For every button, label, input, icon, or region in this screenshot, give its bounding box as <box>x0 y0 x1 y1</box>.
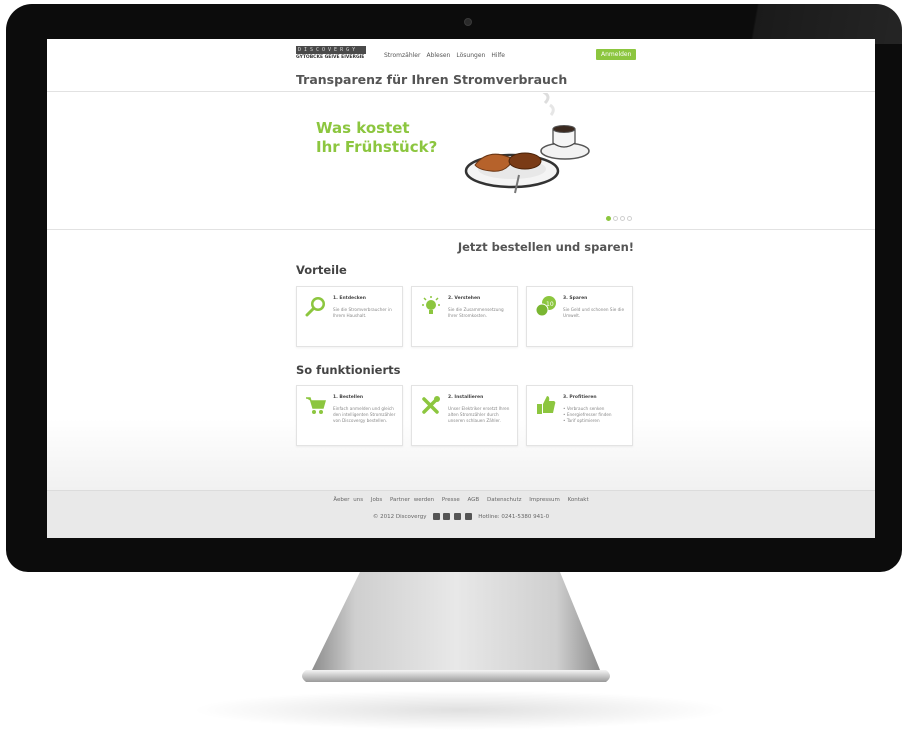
card-title: 1. Entdecken <box>333 296 366 301</box>
footer-link-partner[interactable]: Partner werden <box>390 497 434 503</box>
discovergy-logo[interactable]: DISCOVERGY GYTOBCKE GEIVE EIVERGIE <box>296 46 366 62</box>
logo-wordmark: DISCOVERGY <box>296 46 366 54</box>
breakfast-illustration <box>464 93 590 194</box>
order-cta-link[interactable]: Jetzt bestellen und sparen! <box>452 240 634 254</box>
footer-link-presse[interactable]: Presse <box>442 497 460 503</box>
svg-text:10: 10 <box>546 301 554 308</box>
footer-link-impressum[interactable]: Impressum <box>529 497 560 503</box>
steam-shape <box>542 93 550 105</box>
card-text: Sie Geld und schonen Sie die Umwelt. <box>563 307 625 318</box>
step-card: 3. Profitieren • Verbrauch senken • Ener… <box>526 385 633 446</box>
card-title: 2. Installieren <box>448 395 484 400</box>
nav-links: Stromzähler Ablesen Lösungen Hilfe <box>384 52 505 59</box>
footer-link-datenschutz[interactable]: Datenschutz <box>487 497 522 503</box>
steam-shape <box>549 103 555 116</box>
footer-copyright-row: © 2012 Discovergy Hotline: 0241-5380 941… <box>47 513 875 520</box>
divider <box>47 229 875 230</box>
cart-icon <box>306 397 326 414</box>
section-heading-funktion: So funktionierts <box>296 363 401 377</box>
monitor-mockup: DISCOVERGY GYTOBCKE GEIVE EIVERGIE Strom… <box>0 0 902 737</box>
hero-headline[interactable]: Was kostet Ihr Frühstück? <box>316 119 437 157</box>
top-navigation: DISCOVERGY GYTOBCKE GEIVE EIVERGIE Strom… <box>296 43 637 65</box>
step-card: 2. Installieren Unser Elektriker ersetzt… <box>411 385 518 446</box>
coins-icon: 10 <box>535 296 556 317</box>
monitor-stand <box>302 572 610 682</box>
bullet-item: • Tarif optimieren <box>563 418 600 423</box>
nav-link-hilfe[interactable]: Hilfe <box>491 52 505 59</box>
camera-icon <box>464 18 472 26</box>
footer-link-agb[interactable]: AGB <box>468 497 480 503</box>
slide-dot-2[interactable] <box>613 216 618 221</box>
logo-tagline: GYTOBCKE GEIVE EIVERGIE <box>296 55 365 60</box>
card-text: Sie die Stromverbraucher in Ihrem Hausha… <box>333 307 392 318</box>
tools-icon <box>422 396 440 414</box>
footer-link-jobs[interactable]: Jobs <box>371 497 382 503</box>
coffee-shape <box>552 125 576 133</box>
lightbulb-icon <box>422 296 440 314</box>
benefit-card: 2. Verstehen Sie die Zusammensetzung Ihr… <box>411 286 518 347</box>
card-title: 3. Sparen <box>563 296 588 301</box>
nav-link-ablesen[interactable]: Ablesen <box>426 52 450 59</box>
login-button[interactable]: Anmelden <box>596 49 637 60</box>
step-card: 1. Bestellen Einfach anmelden und gleich… <box>296 385 403 446</box>
stand-shadow <box>190 690 730 730</box>
magnifier-plug-icon <box>305 297 325 317</box>
hero-line-2: Ihr Frühstück? <box>316 138 438 156</box>
xing-icon[interactable] <box>464 513 472 520</box>
slide-dot-3[interactable] <box>620 216 625 221</box>
hotline-text: Hotline: 0241-5380 941-0 <box>478 514 550 520</box>
footer-link-kontakt[interactable]: Kontakt <box>568 497 589 503</box>
card-title: 2. Verstehen <box>448 296 481 301</box>
bezel-reflection <box>692 4 902 44</box>
card-text: Sie die Zusammensetzung Ihrer Stromkoste… <box>448 307 504 318</box>
slide-dot-1[interactable] <box>606 216 611 221</box>
card-text: Unser Elektriker ersetzt Ihren alten Str… <box>448 406 510 423</box>
nav-link-stromzaehler[interactable]: Stromzähler <box>384 52 420 59</box>
page-title: Transparenz für Ihren Stromverbrauch <box>296 72 568 87</box>
website-screen: DISCOVERGY GYTOBCKE GEIVE EIVERGIE Strom… <box>47 39 875 538</box>
card-text: Einfach anmelden und gleich den intellig… <box>333 406 396 423</box>
card-title: 3. Profitieren <box>563 395 597 400</box>
slide-dot-4[interactable] <box>627 216 632 221</box>
nav-link-loesungen[interactable]: Lösungen <box>456 52 485 59</box>
thumbs-up-icon <box>537 396 556 414</box>
benefit-card: 10 3. Sparen Sie Geld und schonen Sie di… <box>526 286 633 347</box>
divider <box>47 91 875 92</box>
stand-neck-shape <box>312 572 600 670</box>
section-heading-vorteile: Vorteile <box>296 263 347 277</box>
benefit-card: 1. Entdecken Sie die Stromverbraucher in… <box>296 286 403 347</box>
footer-links: Äeber uns Jobs Partner werden Presse AGB… <box>47 497 875 503</box>
facebook-icon[interactable] <box>432 513 440 520</box>
slider-pagination <box>606 216 632 221</box>
footer-link-ueber-uns[interactable]: Äeber uns <box>333 497 363 503</box>
rss-icon[interactable] <box>454 513 462 520</box>
card-bullet-list: • Verbrauch senken • Energiefresser find… <box>563 406 629 424</box>
stand-base-shape <box>302 670 610 682</box>
copyright-text: © 2012 Discovergy <box>372 514 427 520</box>
bread-shape <box>508 152 542 170</box>
hero-line-1: Was kostet <box>316 119 410 137</box>
card-title: 1. Bestellen <box>333 395 364 400</box>
twitter-icon[interactable] <box>443 513 451 520</box>
